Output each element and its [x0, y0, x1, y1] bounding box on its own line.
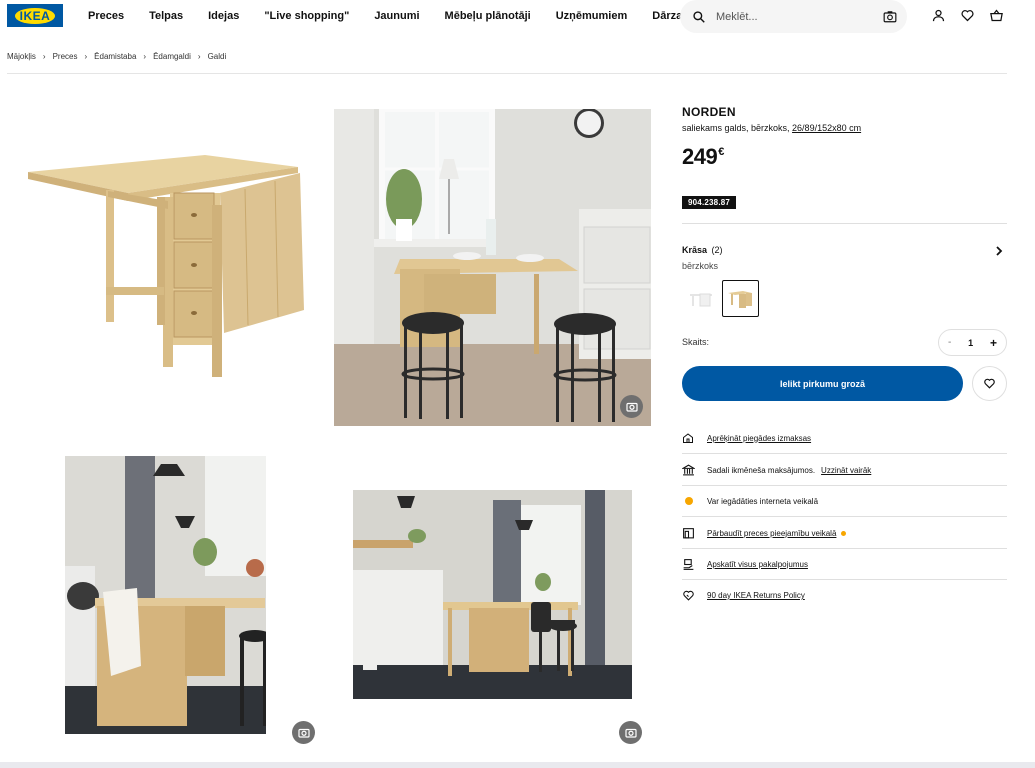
- browser-bottom-bar: [0, 762, 1035, 768]
- breadcrumb-item[interactable]: Preces: [53, 52, 78, 61]
- store-icon: [682, 527, 707, 539]
- article-number: 904.238.87: [682, 196, 737, 209]
- heart-icon[interactable]: [960, 8, 975, 23]
- stock-status-dot: [841, 530, 847, 536]
- chevron-right-icon: ›: [84, 52, 88, 61]
- camera-icon[interactable]: [619, 721, 642, 744]
- breadcrumb-item[interactable]: Ēdamgaldi: [153, 52, 191, 61]
- color-count: (2): [711, 245, 723, 255]
- product-price: 249€: [682, 144, 1007, 170]
- product-desc-text: saliekams galds, bērzkoks,: [682, 123, 793, 133]
- product-description: saliekams galds, bērzkoks, 26/89/152x80 …: [682, 123, 1007, 133]
- header-actions: [931, 8, 1004, 23]
- camera-icon[interactable]: [883, 10, 897, 23]
- service-icon: [682, 558, 707, 571]
- info-row-installments[interactable]: Sadali ikmēneša maksājumos. Uzzināt vair…: [682, 455, 1007, 486]
- nav-jaunumi[interactable]: Jaunumi: [374, 10, 419, 22]
- chevron-right-icon: ›: [143, 52, 147, 61]
- chevron-right-icon: ›: [197, 52, 201, 61]
- breadcrumb: Mājokļis › Preces › Ēdamistaba › Ēdamgaldi ›…: [7, 52, 226, 61]
- info-row-text: Aprēķināt piegādes izmaksas: [707, 433, 812, 443]
- quantity-decrease-button[interactable]: -: [948, 337, 951, 348]
- divider: [7, 73, 1007, 74]
- chevron-right-icon[interactable]: [995, 246, 1003, 256]
- info-row-delivery[interactable]: Aprēķināt piegādes izmaksas: [682, 423, 1007, 454]
- learn-more-link[interactable]: Uzzināt vairāk: [821, 466, 871, 475]
- info-row-text: Sadali ikmēneša maksājumos.: [707, 465, 816, 475]
- user-icon[interactable]: [931, 8, 946, 23]
- camera-icon[interactable]: [292, 721, 315, 744]
- info-row-online-availability: Var iegādāties interneta veikalā: [682, 486, 1007, 517]
- price-currency: €: [718, 146, 724, 158]
- nav-business[interactable]: Uzņēmumiem: [556, 10, 628, 22]
- heart-icon: [984, 378, 995, 389]
- info-row-text: Pārbaudīt preces pieejamību veikalā: [707, 528, 837, 538]
- add-to-cart-button[interactable]: Ielikt pirkumu grozā: [682, 366, 963, 401]
- divider: [682, 223, 1007, 224]
- returns-icon: [682, 589, 707, 602]
- nav-preces[interactable]: Preces: [88, 10, 124, 22]
- basket-icon[interactable]: [989, 8, 1004, 23]
- chevron-right-icon: ›: [42, 52, 46, 61]
- color-selector[interactable]: Krāsa (2) bērzkoks: [682, 240, 1007, 271]
- breadcrumb-item[interactable]: Galdi: [208, 52, 227, 61]
- quantity-stepper: - 1 +: [938, 329, 1007, 356]
- color-swatch-birch[interactable]: [722, 280, 759, 317]
- home-icon: [682, 432, 707, 444]
- main-nav: Preces Telpas Idejas "Live shopping" Jau…: [88, 10, 754, 22]
- price-value: 249: [682, 144, 718, 169]
- color-swatch-white[interactable]: [682, 280, 719, 317]
- nav-idejas[interactable]: Idejas: [208, 10, 239, 22]
- breadcrumb-item[interactable]: Mājokļis: [7, 52, 36, 61]
- quantity-value[interactable]: 1: [968, 338, 973, 348]
- camera-icon[interactable]: [620, 395, 643, 418]
- product-image-room-3[interactable]: [353, 490, 632, 699]
- search-input[interactable]: [716, 10, 856, 23]
- nav-telpas[interactable]: Telpas: [149, 10, 183, 22]
- info-row-services[interactable]: Apskatīt visus pakalpojumus: [682, 549, 1007, 580]
- info-row-returns[interactable]: 90 day IKEA Returns Policy: [682, 580, 1007, 611]
- breadcrumb-item[interactable]: Ēdamistaba: [94, 52, 136, 61]
- product-name: NORDEN: [682, 105, 736, 119]
- info-row-text: Var iegādāties interneta veikalā: [707, 496, 819, 506]
- nav-live-shopping[interactable]: "Live shopping": [264, 10, 349, 22]
- color-value: bērzkoks: [682, 261, 719, 271]
- status-dot-icon: [682, 497, 707, 505]
- site-header: IKEA Preces Telpas Idejas "Live shopping…: [0, 0, 1035, 34]
- nav-planners[interactable]: Mēbeļu plānotāji: [445, 10, 531, 22]
- info-row-text: Apskatīt visus pakalpojumus: [707, 559, 808, 569]
- info-row-text: 90 day IKEA Returns Policy: [707, 591, 805, 600]
- bank-icon: [682, 464, 707, 476]
- add-to-wishlist-button[interactable]: [972, 366, 1007, 401]
- search-icon: [693, 10, 705, 23]
- color-label: Krāsa: [682, 245, 708, 255]
- info-row-store-stock[interactable]: Pārbaudīt preces pieejamību veikalā: [682, 518, 1007, 549]
- ikea-logo[interactable]: IKEA: [7, 4, 63, 27]
- product-image-room-1[interactable]: [334, 109, 651, 426]
- quantity-increase-button[interactable]: +: [990, 336, 997, 350]
- product-image-room-2[interactable]: [65, 456, 266, 734]
- search-bar[interactable]: [680, 0, 907, 33]
- product-image-main[interactable]: [20, 105, 315, 395]
- product-dimensions-link[interactable]: 26/89/152x80 cm: [792, 123, 861, 133]
